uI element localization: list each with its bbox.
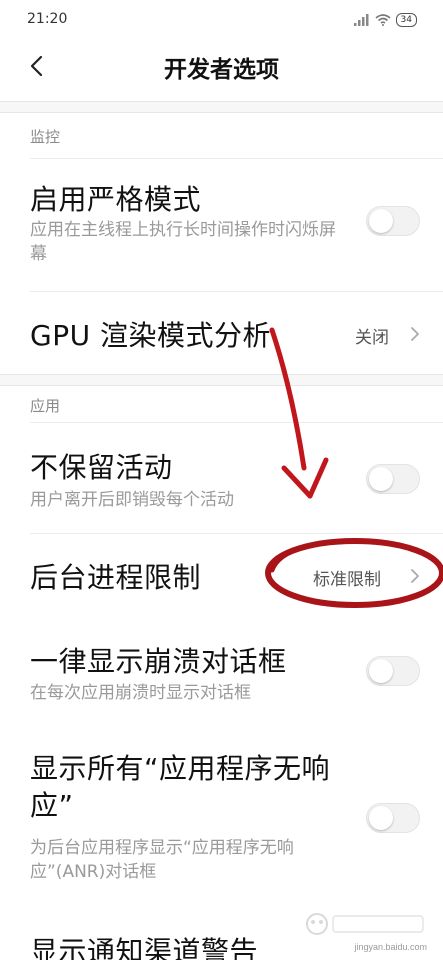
divider <box>0 112 443 113</box>
row-subtitle: 在每次应用崩溃时显示对话框 <box>30 683 251 703</box>
toggle-knob <box>369 209 393 233</box>
row-gpu-render[interactable]: GPU 渲染模式分析 关闭 <box>0 292 443 374</box>
row-title: 不保留活动 <box>30 451 173 484</box>
watermark-text: jingyan.baidu.com <box>354 942 427 952</box>
dont-keep-activities-toggle[interactable] <box>366 464 420 494</box>
status-time: 21:20 <box>27 11 68 27</box>
divider <box>0 385 443 386</box>
chevron-right-icon <box>411 569 419 583</box>
section-gap <box>0 375 443 385</box>
row-title: 后台进程限制 <box>30 561 202 594</box>
show-all-anr-toggle[interactable] <box>366 803 420 833</box>
page-title: 开发者选项 <box>164 57 279 83</box>
row-dont-keep-activities[interactable]: 不保留活动 用户离开后即销毁每个活动 <box>0 424 443 532</box>
gpu-render-value: 关闭 <box>355 328 389 348</box>
row-subtitle: 应用在主线程上执行长时间操作时闪烁屏幕 <box>30 220 336 264</box>
row-show-crash-dialog[interactable]: 一律显示崩溃对话框 在每次应用崩溃时显示对话框 <box>0 620 443 728</box>
signal-icon <box>353 14 369 26</box>
toggle-knob <box>369 467 393 491</box>
show-crash-dialog-toggle[interactable] <box>366 656 420 686</box>
nav-bar: 开发者选项 <box>0 40 443 92</box>
battery-icon: 34 <box>395 13 417 27</box>
row-title: 显示通知渠道警告 <box>30 935 259 960</box>
row-title: 一律显示崩溃对话框 <box>30 645 287 678</box>
status-icons: 34 <box>353 12 417 28</box>
status-bar: 21:20 34 <box>0 0 443 40</box>
wifi-icon <box>375 14 391 26</box>
toggle-knob <box>369 659 393 683</box>
strict-mode-toggle[interactable] <box>366 206 420 236</box>
row-background-process-limit[interactable]: 后台进程限制 标准限制 <box>0 534 443 618</box>
section-gap <box>0 102 443 112</box>
toggle-knob <box>369 806 393 830</box>
row-title: GPU 渲染模式分析 <box>30 319 271 352</box>
row-title: 启用严格模式 <box>30 183 202 216</box>
chevron-right-icon <box>411 327 419 341</box>
divider <box>30 422 443 423</box>
background-limit-value: 标准限制 <box>313 570 381 590</box>
row-subtitle: 为后台应用程序显示“应用程序无响应”(ANR)对话框 <box>30 838 294 882</box>
section-header-apps: 应用 <box>30 397 61 415</box>
row-show-all-anr[interactable]: 显示所有“应用程序无响应” 为后台应用程序显示“应用程序无响应”(ANR)对话框 <box>0 738 443 898</box>
row-subtitle: 用户离开后即销毁每个活动 <box>30 490 234 510</box>
row-title: 显示所有“应用程序无响应” <box>30 752 331 822</box>
divider <box>30 158 443 159</box>
section-header-monitor: 监控 <box>30 128 61 146</box>
row-strict-mode[interactable]: 启用严格模式 应用在主线程上执行长时间操作时闪烁屏幕 <box>0 160 443 290</box>
